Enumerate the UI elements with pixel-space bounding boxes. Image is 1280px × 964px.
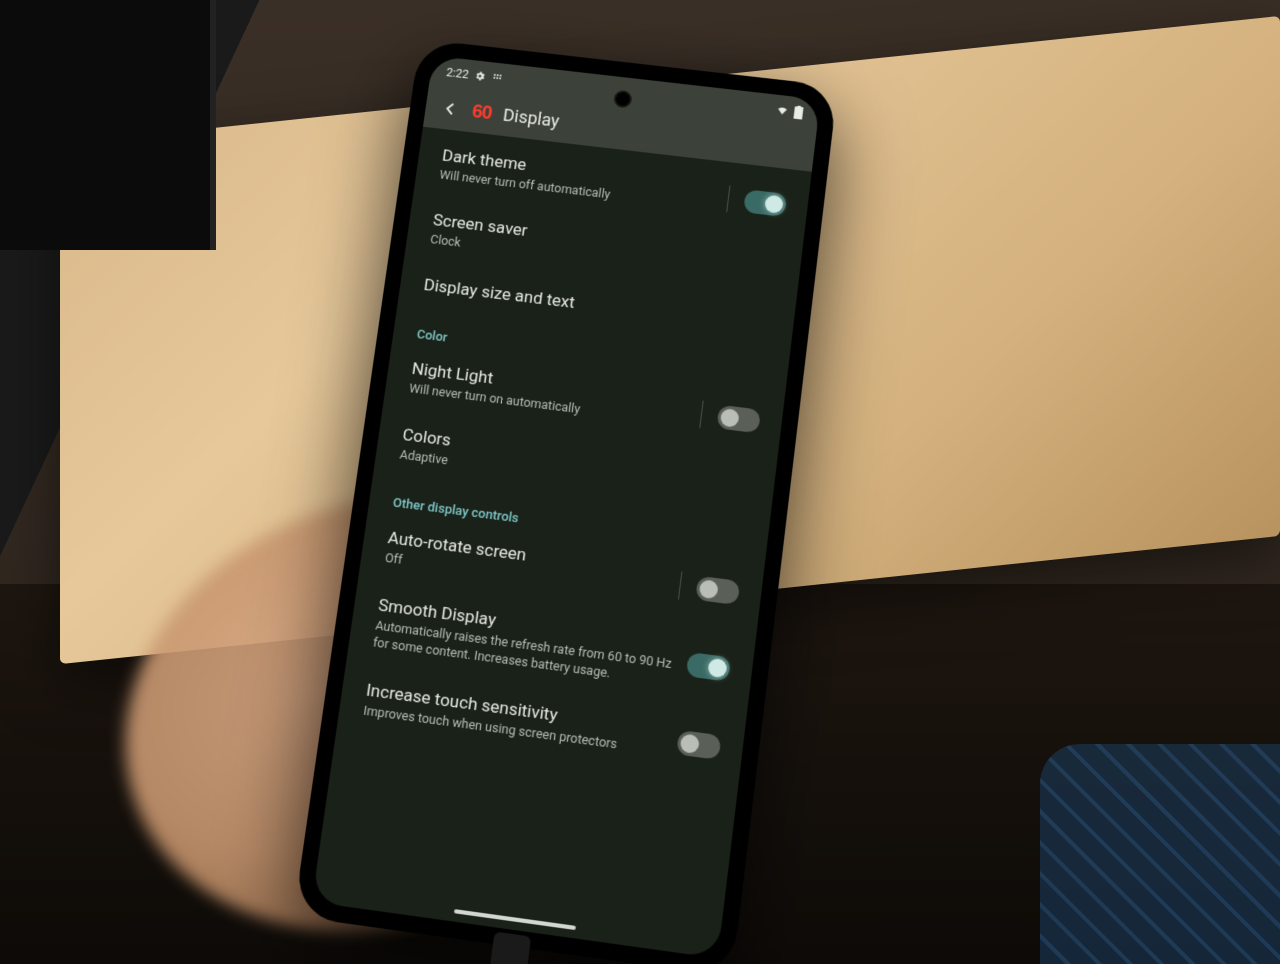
- scene-backdrop: 2:22 60 Display: [0, 0, 1280, 964]
- wifi-icon: [776, 104, 789, 117]
- divider: [699, 400, 703, 428]
- divider: [726, 185, 730, 212]
- touch-toggle[interactable]: [676, 730, 722, 760]
- night-light-toggle[interactable]: [716, 404, 761, 433]
- back-icon[interactable]: [438, 97, 462, 120]
- divider: [678, 571, 682, 599]
- page-title: Display: [502, 105, 561, 131]
- monitor-edge: [0, 0, 216, 250]
- auto-rotate-toggle[interactable]: [695, 576, 740, 605]
- usb-cable: [486, 932, 531, 964]
- settings-list[interactable]: Dark theme Will never turn off automatic…: [336, 127, 812, 786]
- settings-icon: [474, 70, 487, 83]
- fps-overlay: 60: [471, 101, 494, 125]
- home-indicator[interactable]: [454, 909, 576, 930]
- fabric: [1040, 744, 1280, 964]
- status-time: 2:22: [445, 66, 469, 82]
- apps-icon: [491, 72, 504, 85]
- dark-theme-toggle[interactable]: [743, 189, 787, 217]
- smooth-toggle[interactable]: [686, 652, 731, 682]
- battery-icon: [793, 105, 803, 119]
